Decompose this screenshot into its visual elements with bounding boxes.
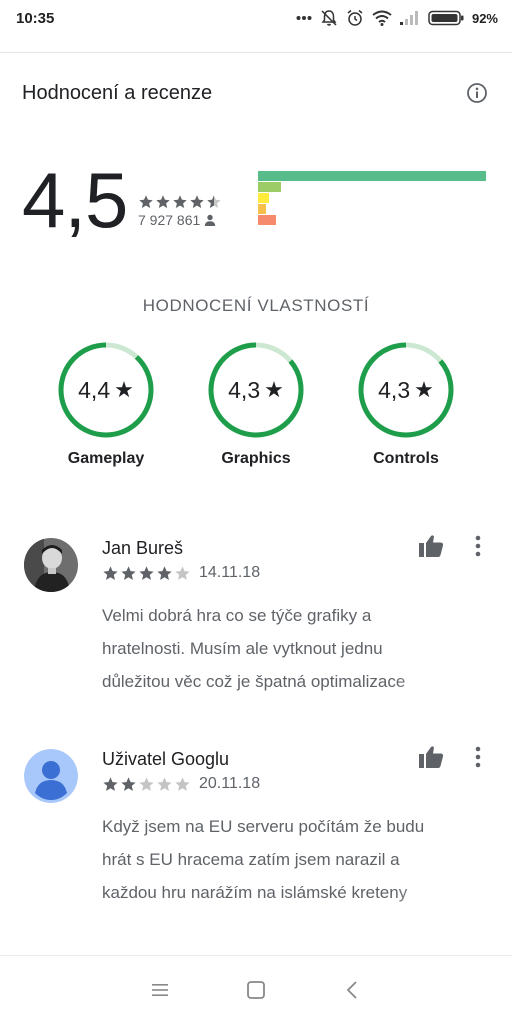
star-icon [121, 566, 136, 580]
review-text-line: hratelnosti. Musím ale vytknout jednu [102, 639, 383, 658]
rating-count: 7 927 861 [138, 212, 216, 228]
star-icon [207, 195, 221, 208]
review-text[interactable]: Velmi dobrá hra co se týče grafiky a hrat… [102, 599, 474, 698]
star-icon [157, 566, 172, 580]
distribution-bar-2-star [258, 204, 266, 214]
average-rating: 4,5 [22, 156, 128, 244]
feature-rating-value: 4,3 ★ [206, 340, 306, 440]
navigation-bar [0, 956, 512, 1024]
star-icon [175, 777, 190, 791]
star-icon [157, 777, 172, 791]
feature-score: 4,3 [378, 376, 411, 403]
review-text-line: hrát s EU hracema zatím jsem narazil a [102, 850, 400, 869]
status-icons: 92% [296, 9, 498, 27]
thumbs-up-icon[interactable] [418, 534, 444, 558]
home-icon[interactable] [243, 977, 269, 1003]
feature-ratings-heading: HODNOCENÍ VLASTNOSTÍ [142, 296, 370, 315]
reviewer-name: Uživatel Googlu [102, 749, 230, 769]
status-bar: 10:35 92% [0, 0, 512, 36]
feature-rating-gameplay: 4,4 ★ Gameplay [46, 340, 166, 468]
star-icon [139, 566, 154, 580]
review-text-line: každou hru narážím na islámské kreteny [102, 883, 408, 902]
rating-ring: 4,3 ★ [356, 340, 456, 440]
star-icon [103, 777, 118, 791]
feature-rating-graphics: 4,3 ★ Graphics [196, 340, 316, 468]
star-icon [175, 566, 190, 580]
feature-score: 4,4 [78, 376, 111, 403]
rating-ring: 4,3 ★ [206, 340, 306, 440]
signal-icon [399, 11, 418, 25]
wifi-icon [372, 10, 392, 26]
review-text-line: Když jsem na EU serveru počítám že budu [102, 817, 425, 836]
rating-distribution [258, 171, 486, 226]
more-options-icon[interactable] [468, 534, 488, 558]
more-options-icon[interactable] [468, 745, 488, 769]
person-icon [205, 214, 216, 226]
avatar[interactable] [24, 749, 78, 803]
feature-score: 4,3 [228, 376, 261, 403]
star-icon [139, 777, 154, 791]
alarm-icon [347, 9, 363, 26]
summary-stars [138, 194, 222, 210]
menu-icon[interactable] [147, 977, 173, 1003]
star-icon [173, 195, 187, 208]
battery-icon [428, 10, 464, 26]
feature-label: Gameplay [67, 450, 145, 467]
distribution-bar-3-star [258, 193, 269, 203]
feature-rating-value: 4,4 ★ [56, 340, 156, 440]
feature-label: Graphics [221, 450, 291, 467]
feature-rating-controls: 4,3 ★ Controls [346, 340, 466, 468]
review-date: 20.11.18 [199, 775, 261, 792]
status-time: 10:35 [16, 9, 55, 27]
distribution-bar-4-star [258, 182, 281, 192]
info-icon[interactable] [466, 82, 488, 104]
rating-count-value: 7 927 861 [138, 212, 201, 228]
distribution-bar-5-star [258, 171, 486, 181]
star-icon: ★ [414, 377, 434, 402]
star-icon [156, 195, 170, 208]
feature-rating-value: 4,3 ★ [356, 340, 456, 440]
rating-ring: 4,4 ★ [56, 340, 156, 440]
thumbs-up-icon[interactable] [418, 745, 444, 769]
divider [0, 52, 512, 53]
star-icon: ★ [114, 377, 134, 402]
reviewer-name: Jan Bureš [102, 538, 184, 558]
battery-percent: 92% [471, 10, 498, 26]
review-text-line: důležitou věc což je špatná optimalizace [102, 672, 406, 691]
star-icon: ★ [264, 377, 284, 402]
feature-label: Controls [373, 450, 439, 467]
review-date: 14.11.18 [199, 564, 261, 581]
section-title: Hodnocení a recenze [22, 82, 213, 104]
back-icon[interactable] [339, 977, 365, 1003]
star-icon [139, 195, 153, 208]
distribution-bar-1-star [258, 215, 276, 225]
review-stars [102, 565, 191, 582]
bell-muted-icon [321, 10, 337, 26]
review-stars [102, 776, 191, 793]
star-icon [121, 777, 136, 791]
review-text[interactable]: Když jsem na EU serveru počítám že budu h… [102, 810, 474, 909]
star-icon [103, 566, 118, 580]
star-icon [190, 195, 204, 208]
more-dots-icon [296, 16, 312, 20]
avatar[interactable] [24, 538, 78, 592]
review-text-line: Velmi dobrá hra co se týče grafiky a [102, 606, 372, 625]
